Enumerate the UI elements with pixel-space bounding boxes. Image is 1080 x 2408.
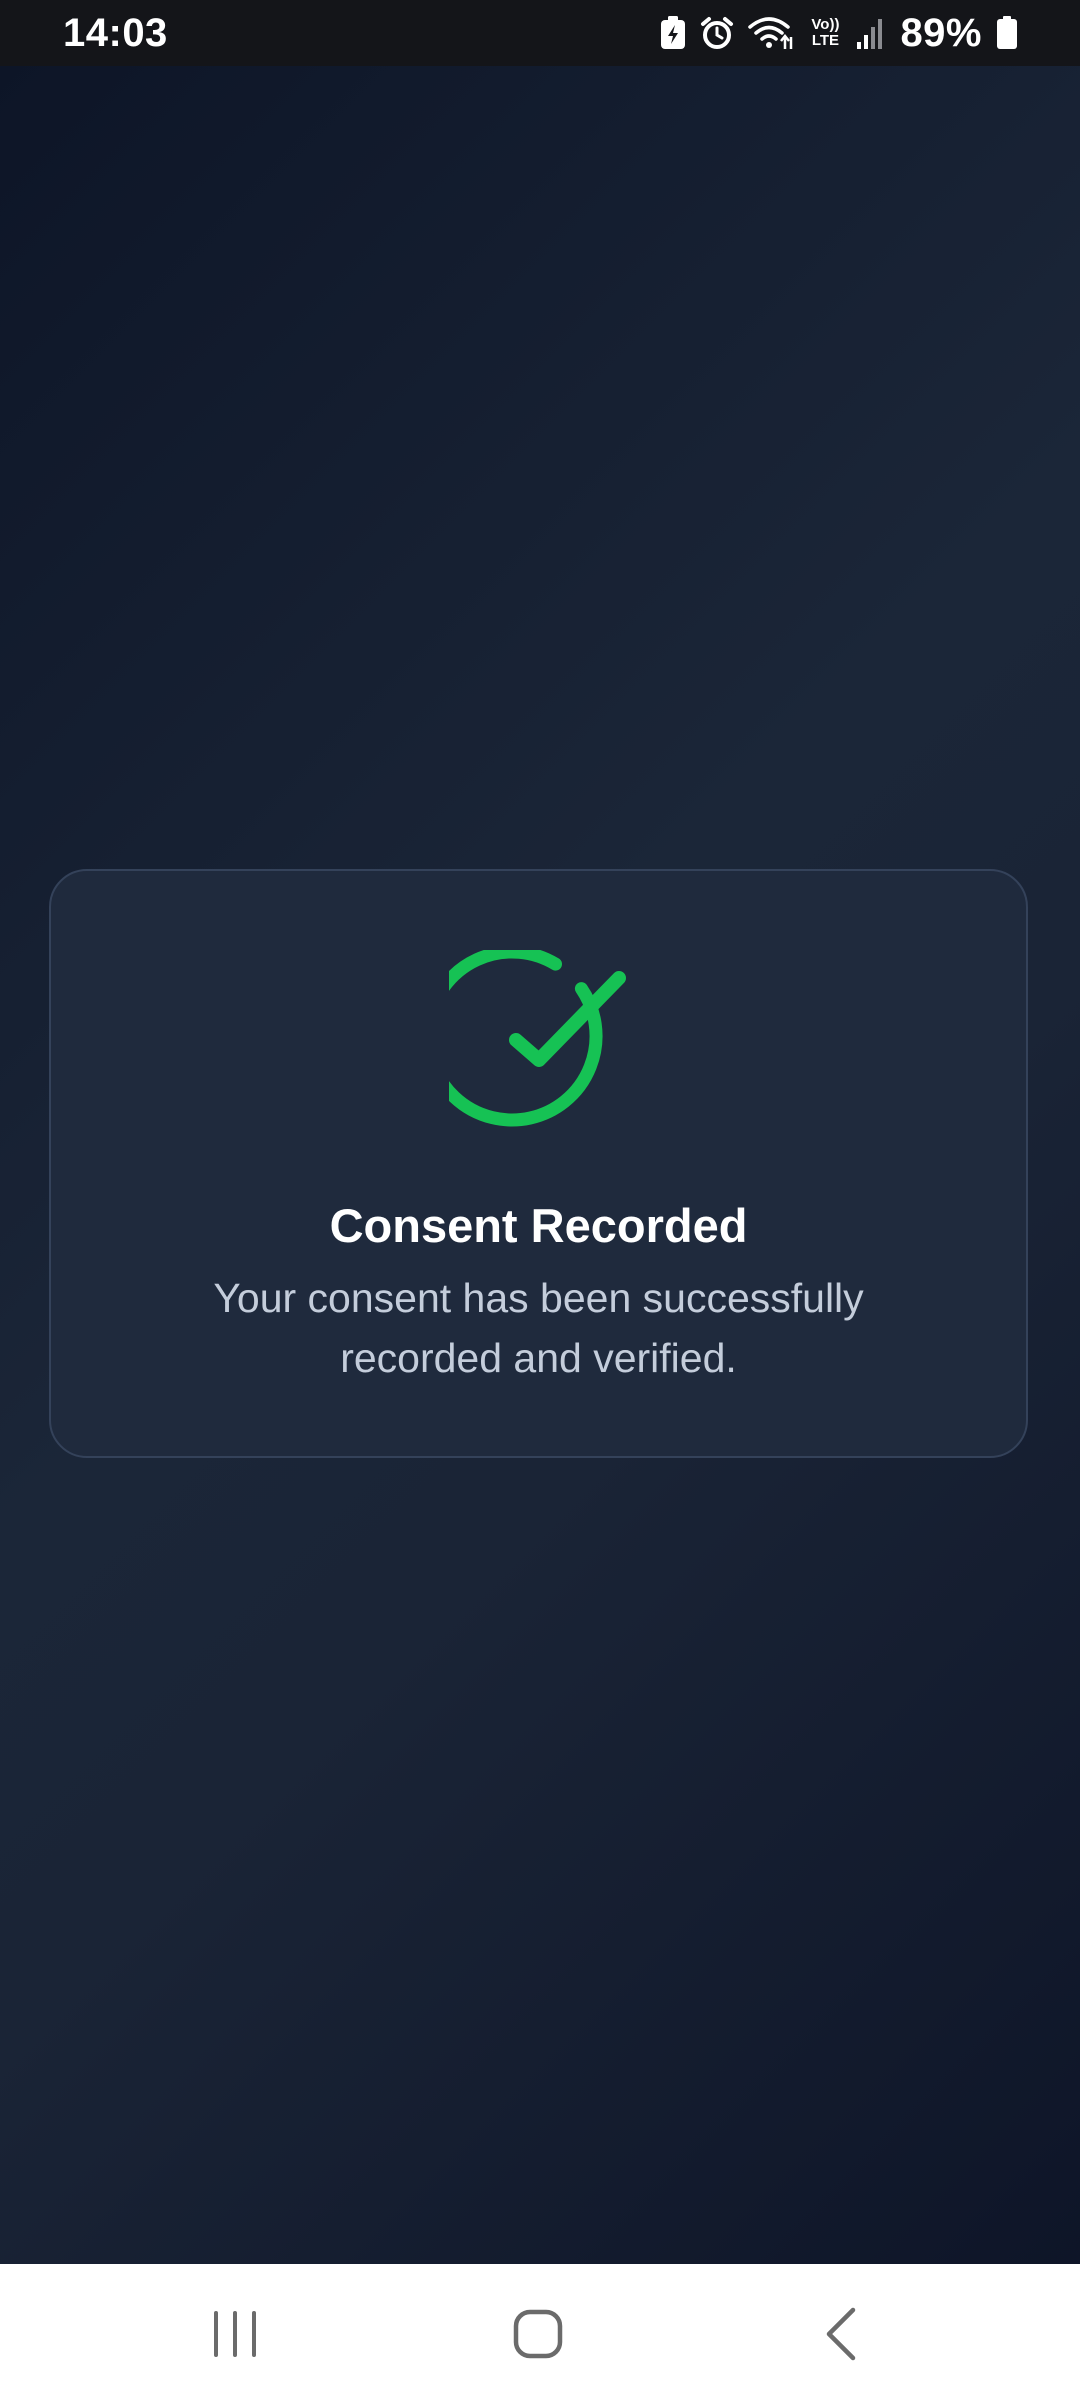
status-bar: 14:03 Vo)) LTE 89% [0, 0, 1080, 66]
wifi-icon [748, 15, 794, 51]
home-button[interactable] [478, 2286, 598, 2386]
battery-icon [996, 16, 1018, 50]
volte-bottom-label: LTE [811, 32, 840, 49]
volte-icon: Vo)) LTE [808, 13, 842, 53]
volte-top-label: Vo)) [811, 16, 840, 33]
card-description: Your consent has been successfully recor… [213, 1275, 864, 1381]
signal-icon [856, 16, 886, 50]
home-icon [512, 2308, 564, 2365]
consent-confirmation-card: Consent Recorded Your consent has been s… [49, 869, 1028, 1458]
status-time: 14:03 [63, 11, 168, 55]
battery-saver-icon [660, 16, 686, 50]
check-circle-icon [421, 945, 629, 1135]
back-icon [821, 2306, 861, 2367]
alarm-icon [700, 16, 734, 50]
navigation-bar [0, 2264, 1080, 2408]
recent-apps-button[interactable] [175, 2286, 295, 2386]
recent-apps-icon [210, 2309, 260, 2364]
status-icons: Vo)) LTE 89% [660, 8, 1018, 58]
card-title: Consent Recorded [329, 1199, 748, 1252]
back-button[interactable] [781, 2286, 901, 2386]
battery-percent: 89% [900, 11, 982, 55]
